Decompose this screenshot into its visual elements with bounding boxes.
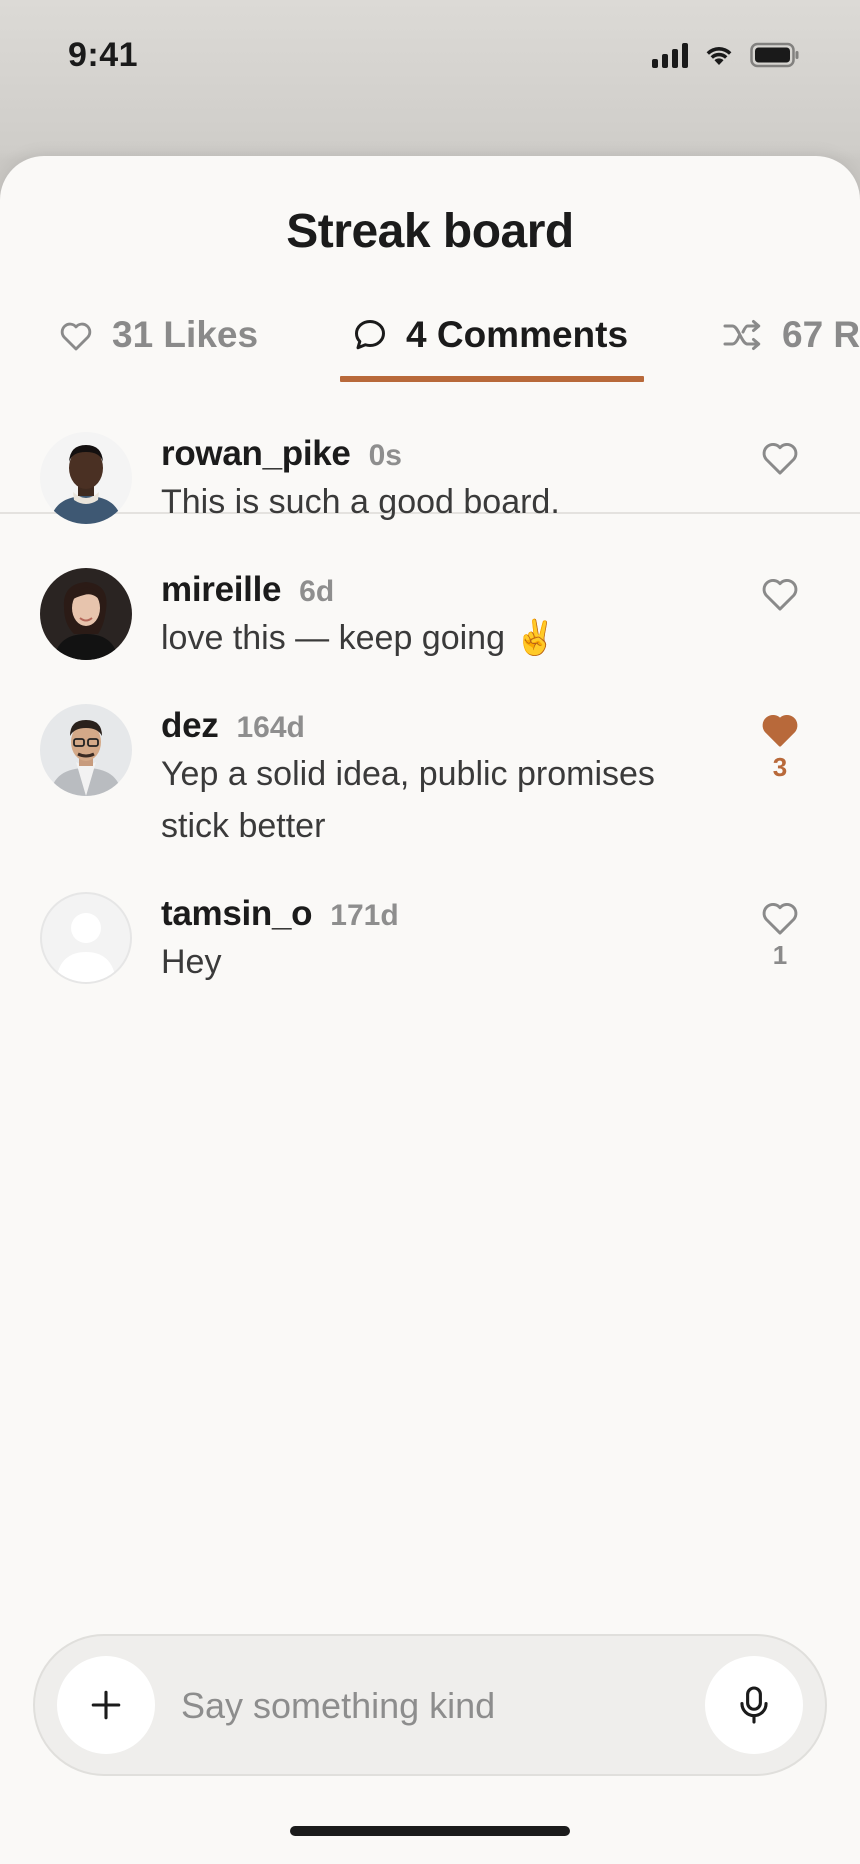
- voice-input-button[interactable]: [705, 1656, 803, 1754]
- tab-likes-label: 31 Likes: [112, 314, 259, 355]
- comment-timestamp: 164d: [236, 711, 305, 744]
- avatar[interactable]: [40, 704, 132, 796]
- comment-timestamp: 171d: [330, 899, 399, 932]
- comment-header: mireille 6d: [161, 570, 334, 610]
- comment-like-button[interactable]: 3: [756, 710, 804, 783]
- status-icons: [652, 42, 800, 68]
- signal-icon: [652, 42, 688, 68]
- comment-header: tamsin_o 171d: [161, 894, 399, 934]
- comment-text: Yep a solid idea, public promises stick …: [161, 755, 655, 845]
- comment-timestamp: 6d: [299, 575, 335, 608]
- tab-reposts[interactable]: 67 R: [722, 292, 860, 378]
- comment-timestamp: 0s: [368, 439, 402, 472]
- comment-text: Hey: [161, 943, 222, 981]
- sheet-title: Streak board: [286, 205, 574, 258]
- avatar[interactable]: [40, 568, 132, 660]
- status-bar: 9:41: [0, 0, 860, 112]
- comment-username[interactable]: tamsin_o: [161, 894, 313, 934]
- tab-likes[interactable]: 31 Likes: [58, 292, 258, 378]
- comment-text: love this — keep going ✌️: [161, 619, 557, 657]
- comment-like-button[interactable]: [756, 438, 804, 476]
- comment-input[interactable]: [181, 1676, 681, 1736]
- shuffle-icon: [723, 320, 761, 350]
- battery-icon: [750, 42, 799, 68]
- comment-like-button[interactable]: 1: [756, 898, 804, 971]
- comment-composer: [33, 1634, 827, 1776]
- active-tab-indicator: [340, 376, 644, 382]
- comment-username[interactable]: rowan_pike: [161, 434, 351, 474]
- comment-header: dez 164d: [161, 706, 305, 746]
- comment-text: This is such a good board.: [161, 483, 560, 521]
- comments-sheet: Streak board 31 Likes 4 Comments 67 R ro…: [0, 156, 860, 1864]
- microphone-icon: [740, 1686, 768, 1724]
- like-count: 3: [772, 752, 788, 782]
- add-attachment-button[interactable]: [57, 1656, 155, 1754]
- comment-username[interactable]: mireille: [161, 570, 281, 610]
- like-count: 1: [772, 940, 788, 970]
- tab-comments-label: 4 Comments: [406, 314, 629, 355]
- plus-icon: [91, 1690, 121, 1720]
- tab-comments[interactable]: 4 Comments: [352, 292, 628, 378]
- comment-like-button[interactable]: [756, 574, 804, 612]
- heart-outline-icon: [762, 903, 798, 935]
- heart-outline-icon: [60, 322, 92, 351]
- heart-filled-icon: [762, 715, 798, 747]
- avatar[interactable]: [40, 892, 132, 984]
- heart-outline-icon: [762, 443, 798, 475]
- comment-bubble-icon: [355, 320, 385, 350]
- tab-reposts-label: 67 R: [782, 314, 860, 355]
- status-time: 9:41: [68, 36, 139, 74]
- home-indicator[interactable]: [290, 1826, 570, 1836]
- wifi-icon: [706, 47, 732, 65]
- comment-header: rowan_pike 0s: [161, 434, 402, 474]
- comment-username[interactable]: dez: [161, 706, 219, 746]
- avatar[interactable]: [40, 432, 132, 524]
- heart-outline-icon: [762, 579, 798, 611]
